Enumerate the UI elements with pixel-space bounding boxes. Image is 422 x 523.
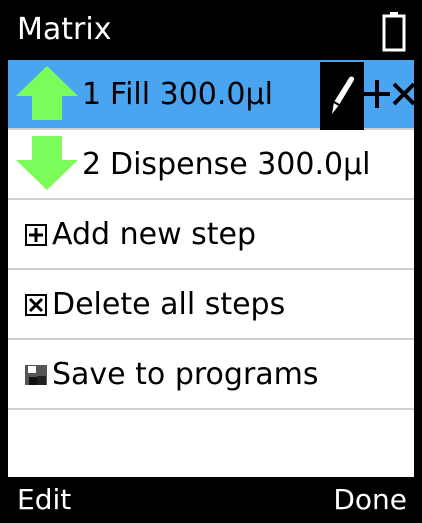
plus-box-icon (25, 224, 47, 246)
page-title: Matrix (17, 12, 112, 47)
add-new-step-label: Add new step (52, 217, 257, 252)
step-2-number: 2 (82, 147, 102, 182)
save-icon (25, 365, 47, 385)
step-row-2[interactable]: 2 Dispense 300.0µl (8, 130, 414, 200)
edit-softkey[interactable]: Edit (17, 483, 71, 516)
add-new-step-item[interactable]: Add new step (8, 200, 414, 270)
save-to-programs-item[interactable]: Save to programs (8, 340, 414, 410)
delete-step-button[interactable] (392, 74, 416, 114)
step-1-text: Fill 300.0µl (110, 77, 273, 112)
x-box-icon (25, 294, 47, 316)
arrow-down-icon (16, 136, 78, 190)
arrow-up-icon (16, 66, 78, 120)
step-1-number: 1 (82, 77, 102, 112)
edit-step-button[interactable] (320, 62, 364, 130)
empty-row (8, 410, 414, 480)
save-to-programs-label: Save to programs (52, 357, 319, 392)
step-2-text: Dispense 300.0µl (110, 147, 371, 182)
done-softkey[interactable]: Done (333, 483, 407, 516)
pencil-icon (332, 76, 355, 114)
delete-all-steps-label: Delete all steps (52, 287, 286, 322)
close-icon (392, 82, 416, 106)
bottom-bar: Edit Done (0, 477, 422, 523)
title-bar: Matrix (0, 0, 422, 60)
plus-icon (364, 80, 390, 108)
step-row-1[interactable]: 1 Fill 300.0µl (8, 60, 416, 130)
insert-step-button[interactable] (364, 72, 390, 116)
battery-icon (382, 12, 406, 52)
step-list: 1 Fill 300.0µl 2 Dispense 300.0µl Add ne… (8, 60, 416, 480)
delete-all-steps-item[interactable]: Delete all steps (8, 270, 414, 340)
